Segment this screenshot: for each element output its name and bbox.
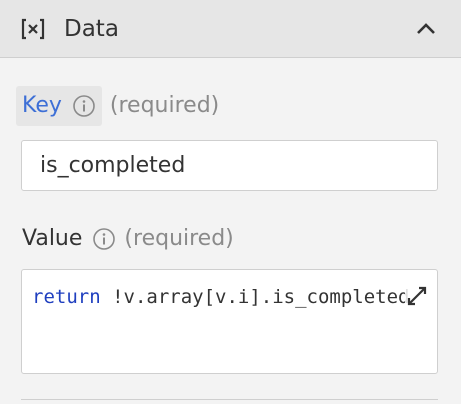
info-icon[interactable] [92,227,116,251]
value-label-row: Value (required) [16,219,234,259]
info-icon[interactable] [72,94,96,118]
chevron-up-icon[interactable] [413,16,439,42]
key-label: Key [22,93,62,118]
section-title: Data [64,16,119,42]
value-label: Value [22,226,83,251]
code-expression: !v.array[v.i].is_completed [100,286,410,308]
key-label-row: Key (required) [16,86,219,126]
variable-icon [21,18,45,40]
code-line: return !v.array[v.i].is_completed [32,284,410,310]
value-code-editor[interactable]: return !v.array[v.i].is_completed [21,269,438,374]
data-panel: Data Key (required) Value (required) ret… [0,0,461,404]
key-input[interactable] [21,140,438,191]
expand-icon[interactable] [405,284,429,308]
next-field-top-edge [21,399,438,400]
key-required-text: (required) [109,93,220,118]
value-required-text: (required) [124,226,234,251]
key-label-highlight: Key [16,86,102,126]
code-keyword: return [32,286,101,308]
section-header[interactable]: Data [0,0,461,58]
